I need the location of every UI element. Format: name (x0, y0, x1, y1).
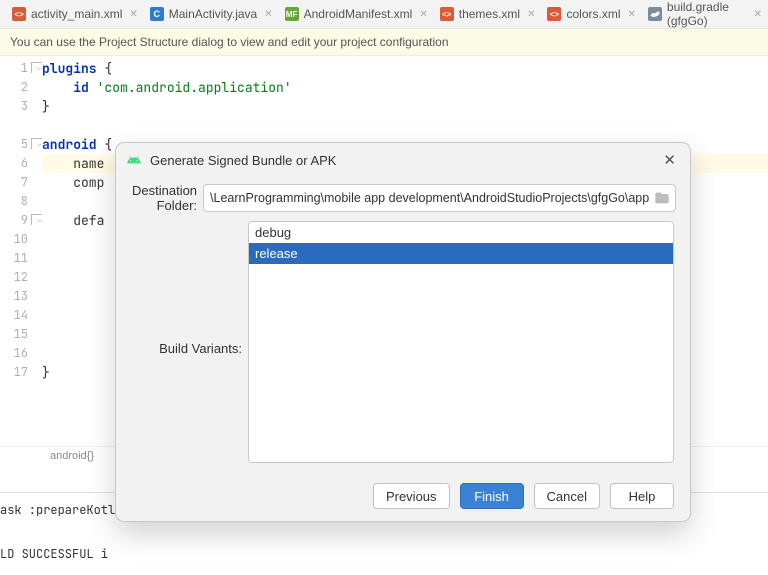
project-structure-hint[interactable]: You can use the Project Structure dialog… (0, 29, 768, 56)
tab-build-gradle[interactable]: build.gradle (gfgGo) ✕ (642, 0, 768, 28)
java-icon: C (150, 7, 164, 21)
tab-label: colors.xml (566, 7, 620, 21)
tab-themes[interactable]: <> themes.xml ✕ (434, 0, 542, 28)
dialog-title: Generate Signed Bundle or APK (150, 153, 336, 168)
xml-icon: <> (547, 7, 561, 21)
tab-label: themes.xml (459, 7, 520, 21)
editor-tabs: <> activity_main.xml ✕ C MainActivity.ja… (0, 0, 768, 29)
manifest-icon: MF (285, 7, 299, 21)
finish-button[interactable]: Finish (460, 483, 524, 509)
dialog-button-bar: Previous Finish Cancel Help (116, 473, 690, 521)
variant-item-release[interactable]: release (249, 243, 673, 264)
xml-icon: <> (440, 7, 454, 21)
browse-folder-icon[interactable] (653, 190, 671, 206)
build-variants-list[interactable]: debug release (248, 221, 674, 463)
editor-gutter: 1⌄ 2 3 5⌄ 6 7 8 9⌄ 10 11 12 13 14 15 16 … (0, 56, 42, 446)
previous-button[interactable]: Previous (373, 483, 450, 509)
tab-manifest[interactable]: MF AndroidManifest.xml ✕ (279, 0, 434, 28)
dialog-titlebar: Generate Signed Bundle or APK ✕ (116, 143, 690, 175)
android-icon (126, 152, 142, 168)
variant-item-debug[interactable]: debug (249, 222, 673, 243)
generate-signed-dialog: Generate Signed Bundle or APK ✕ Destinat… (115, 142, 691, 522)
terminal-line: LD SUCCESSFUL i (0, 543, 768, 565)
tab-colors[interactable]: <> colors.xml ✕ (541, 0, 641, 28)
close-icon[interactable]: ✕ (527, 9, 535, 20)
cancel-button[interactable]: Cancel (534, 483, 600, 509)
build-variants-label: Build Variants: (132, 341, 248, 356)
tab-label: build.gradle (gfgGo) (667, 0, 747, 28)
xml-icon: <> (12, 7, 26, 21)
destination-value: \LearnProgramming\mobile app development… (210, 191, 649, 205)
gradle-icon (648, 7, 662, 21)
tab-label: AndroidManifest.xml (304, 7, 413, 21)
tab-label: activity_main.xml (31, 7, 122, 21)
close-icon[interactable]: ✕ (659, 149, 680, 171)
close-icon[interactable]: ✕ (628, 9, 636, 20)
close-icon[interactable]: ✕ (129, 9, 137, 20)
tab-label: MainActivity.java (169, 7, 257, 21)
close-icon[interactable]: ✕ (419, 9, 427, 20)
close-icon[interactable]: ✕ (754, 9, 762, 20)
help-button[interactable]: Help (610, 483, 674, 509)
tab-mainactivity[interactable]: C MainActivity.java ✕ (144, 0, 279, 28)
destination-label: Destination Folder: (132, 183, 203, 213)
close-icon[interactable]: ✕ (264, 9, 272, 20)
destination-folder-input[interactable]: \LearnProgramming\mobile app development… (203, 184, 676, 212)
tab-activity-main[interactable]: <> activity_main.xml ✕ (6, 0, 144, 28)
